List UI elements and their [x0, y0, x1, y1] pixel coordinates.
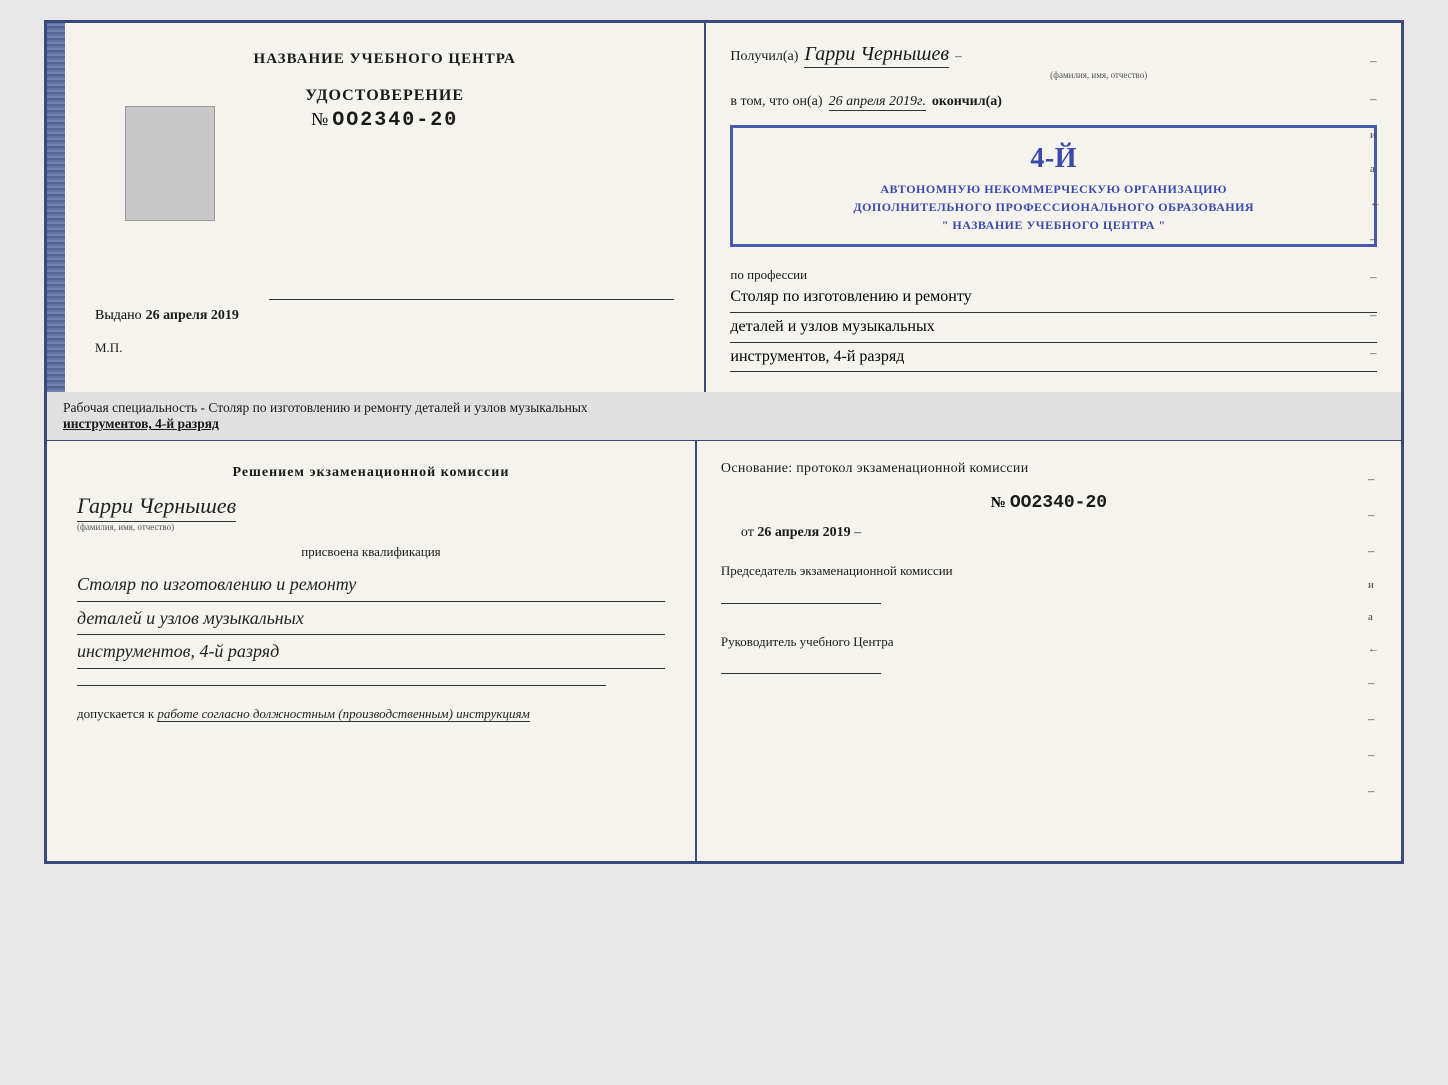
- dash-5: –: [1370, 307, 1381, 323]
- admitted-text: работе согласно должностным (производств…: [157, 706, 529, 722]
- letter-i: и: [1370, 129, 1381, 141]
- school-title-top: НАЗВАНИЕ УЧЕБНОГО ЦЕНТРА: [254, 51, 516, 68]
- chairman-title: Председатель экзаменационной комиссии: [721, 561, 1377, 581]
- dash-1: –: [1370, 53, 1381, 69]
- bd-dash-7: –: [1368, 783, 1379, 799]
- document-wrapper: НАЗВАНИЕ УЧЕБНОГО ЦЕНТРА УДОСТОВЕРЕНИЕ №…: [44, 20, 1404, 864]
- protocol-prefix: №: [991, 495, 1006, 512]
- profession-line2: деталей и узлов музыкальных: [730, 313, 1377, 343]
- cert-number-prefix: №: [311, 109, 328, 130]
- admitted-prefix: допускается к: [77, 706, 154, 721]
- completed-label: окончил(а): [932, 94, 1002, 110]
- profession-block: Столяр по изготовлению и ремонту деталей…: [730, 283, 1377, 372]
- separator-plain-text: Рабочая специальность - Столяр по изгото…: [63, 400, 588, 415]
- protocol-number: OO2340-20: [1010, 493, 1107, 513]
- stamp-number: 4-й: [747, 138, 1360, 180]
- qualification-block-bottom: Столяр по изготовлению и ремонту деталей…: [77, 568, 665, 668]
- profession-line1: Столяр по изготовлению и ремонту: [730, 283, 1377, 313]
- qual-line1: Столяр по изготовлению и ремонту: [77, 568, 665, 601]
- recipient-prefix: Получил(а): [730, 47, 798, 67]
- chairman-signature-line: [721, 603, 881, 604]
- bottom-left-panel: Решением экзаменационной комиссии Гарри …: [47, 441, 697, 861]
- profession-line3: инструментов, 4-й разряд: [730, 343, 1377, 373]
- bd-arrow: ←: [1368, 643, 1379, 655]
- completion-date-top: 26 апреля 2019г.: [829, 94, 926, 111]
- top-right-panel: Получил(а) Гарри Чернышев – (фамилия, им…: [706, 23, 1401, 392]
- spine-decoration-top: [47, 23, 65, 392]
- in-that-prefix: в том, что он(а): [730, 94, 822, 110]
- bd-dash-1: –: [1368, 471, 1379, 487]
- bd-letter-i: и: [1368, 579, 1379, 591]
- cert-label: УДОСТОВЕРЕНИЕ: [305, 87, 464, 105]
- basis-text: Основание: протокол экзаменационной коми…: [721, 461, 1377, 477]
- recipient-name-bottom: Гарри Чернышев: [77, 493, 236, 522]
- bd-dash-2: –: [1368, 507, 1379, 523]
- bd-dash-5: –: [1368, 711, 1379, 727]
- top-certificate: НАЗВАНИЕ УЧЕБНОГО ЦЕНТРА УДОСТОВЕРЕНИЕ №…: [44, 20, 1404, 392]
- from-dash: –: [854, 525, 861, 540]
- stamp-block: 4-й АВТОНОМНУЮ НЕКОММЕРЧЕСКУЮ ОРГАНИЗАЦИ…: [730, 125, 1377, 247]
- right-dashes-top: – – и а ← – – – –: [1370, 53, 1381, 361]
- from-date-block: от 26 апреля 2019 –: [741, 525, 1377, 541]
- from-date: 26 апреля 2019: [757, 525, 850, 540]
- top-left-panel: НАЗВАНИЕ УЧЕБНОГО ЦЕНТРА УДОСТОВЕРЕНИЕ №…: [65, 23, 706, 392]
- recipient-subtitle-top: (фамилия, имя, отчество): [820, 70, 1377, 80]
- issued-prefix: Выдано: [95, 308, 142, 324]
- bottom-right-panel: Основание: протокол экзаменационной коми…: [697, 441, 1401, 861]
- dash-6: –: [1370, 345, 1381, 361]
- name-block-bottom: Гарри Чернышев (фамилия, имя, отчество): [77, 493, 665, 532]
- from-prefix: от: [741, 525, 754, 540]
- decision-text: Решением экзаменационной комиссии: [77, 465, 665, 481]
- separator-bar: Рабочая специальность - Столяр по изгото…: [44, 392, 1404, 440]
- right-dashes-bottom: – – – и а ← – – – –: [1368, 471, 1379, 799]
- name-subtitle-bottom: (фамилия, имя, отчество): [77, 522, 174, 532]
- qual-line3: инструментов, 4-й разряд: [77, 635, 665, 668]
- cert-number: OO2340-20: [332, 109, 458, 132]
- certificate-block: УДОСТОВЕРЕНИЕ № OO2340-20: [305, 87, 464, 132]
- profession-label: по профессии: [730, 267, 1377, 283]
- dash-3: –: [1370, 231, 1381, 247]
- dash-4: –: [1370, 269, 1381, 285]
- recipient-name-top: Гарри Чернышев: [804, 43, 949, 68]
- letter-a: а: [1370, 163, 1381, 175]
- stamp-line2: ДОПОЛНИТЕЛЬНОГО ПРОФЕССИОНАЛЬНОГО ОБРАЗО…: [747, 198, 1360, 216]
- bd-letter-a: а: [1368, 611, 1379, 623]
- issued-date: 26 апреля 2019: [146, 308, 239, 324]
- bd-dash-4: –: [1368, 675, 1379, 691]
- stamp-line1: АВТОНОМНУЮ НЕКОММЕРЧЕСКУЮ ОРГАНИЗАЦИЮ: [747, 180, 1360, 198]
- head-title: Руководитель учебного Центра: [721, 632, 1377, 652]
- head-signature-line: [721, 673, 881, 674]
- bd-dash-6: –: [1368, 747, 1379, 763]
- arrow-left: ←: [1370, 197, 1381, 209]
- bottom-certificate: Решением экзаменационной комиссии Гарри …: [44, 440, 1404, 864]
- admitted-block: допускается к работе согласно должностны…: [77, 706, 665, 722]
- separator-underlined-text: инструментов, 4-й разряд: [63, 416, 219, 431]
- assigned-text: присвоена квалификация: [77, 544, 665, 560]
- stamp-line3: " НАЗВАНИЕ УЧЕБНОГО ЦЕНТРА ": [747, 216, 1360, 234]
- dash-2: –: [1370, 91, 1381, 107]
- mp-label: М.П.: [95, 340, 122, 356]
- photo-placeholder: [125, 106, 215, 221]
- qual-line2: деталей и узлов музыкальных: [77, 602, 665, 635]
- bd-dash-3: –: [1368, 543, 1379, 559]
